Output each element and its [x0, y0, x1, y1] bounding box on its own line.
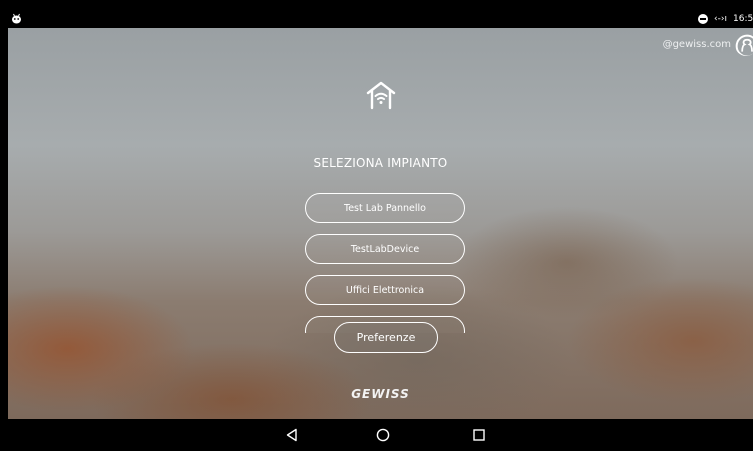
home-circle-icon[interactable] — [376, 428, 390, 442]
plant-button-label: Test Lab Pannello — [344, 202, 426, 214]
back-icon[interactable] — [285, 428, 299, 442]
do-not-disturb-icon — [698, 14, 709, 24]
plant-button-label: TestLabDevice — [350, 243, 420, 255]
user-icon[interactable] — [735, 34, 753, 56]
plant-button-label: Uffici Elettronica — [345, 284, 425, 296]
plant-button[interactable]: Uffici Elettronica — [305, 275, 465, 305]
page-title: SELEZIONA IMPIANTO — [313, 156, 448, 170]
gewiss-logo: GEWISS — [351, 387, 410, 401]
app-screen: ‹-›ı 16:5 @gewiss.com SELEZIONA IMPIANTO… — [8, 10, 753, 451]
plant-list[interactable]: Test Lab Pannello TestLabDevice Uffici E… — [304, 193, 468, 333]
android-icon — [12, 13, 21, 24]
status-time: 16:5 — [733, 14, 753, 24]
recents-icon[interactable] — [473, 429, 485, 441]
status-right: ‹-›ı 16:5 — [698, 10, 753, 28]
navigation-bar — [8, 419, 753, 451]
sync-indicator: ‹-›ı — [714, 14, 727, 24]
preferences-button[interactable]: Preferenze — [334, 322, 438, 353]
account-email: @gewiss.com — [662, 39, 731, 50]
status-bar: ‹-›ı 16:5 — [8, 10, 753, 28]
preferences-button-label: Preferenze — [356, 331, 416, 344]
plant-button[interactable]: Test Lab Pannello — [305, 193, 465, 223]
plant-button[interactable]: TestLabDevice — [305, 234, 465, 264]
home-wifi-icon — [366, 81, 396, 110]
